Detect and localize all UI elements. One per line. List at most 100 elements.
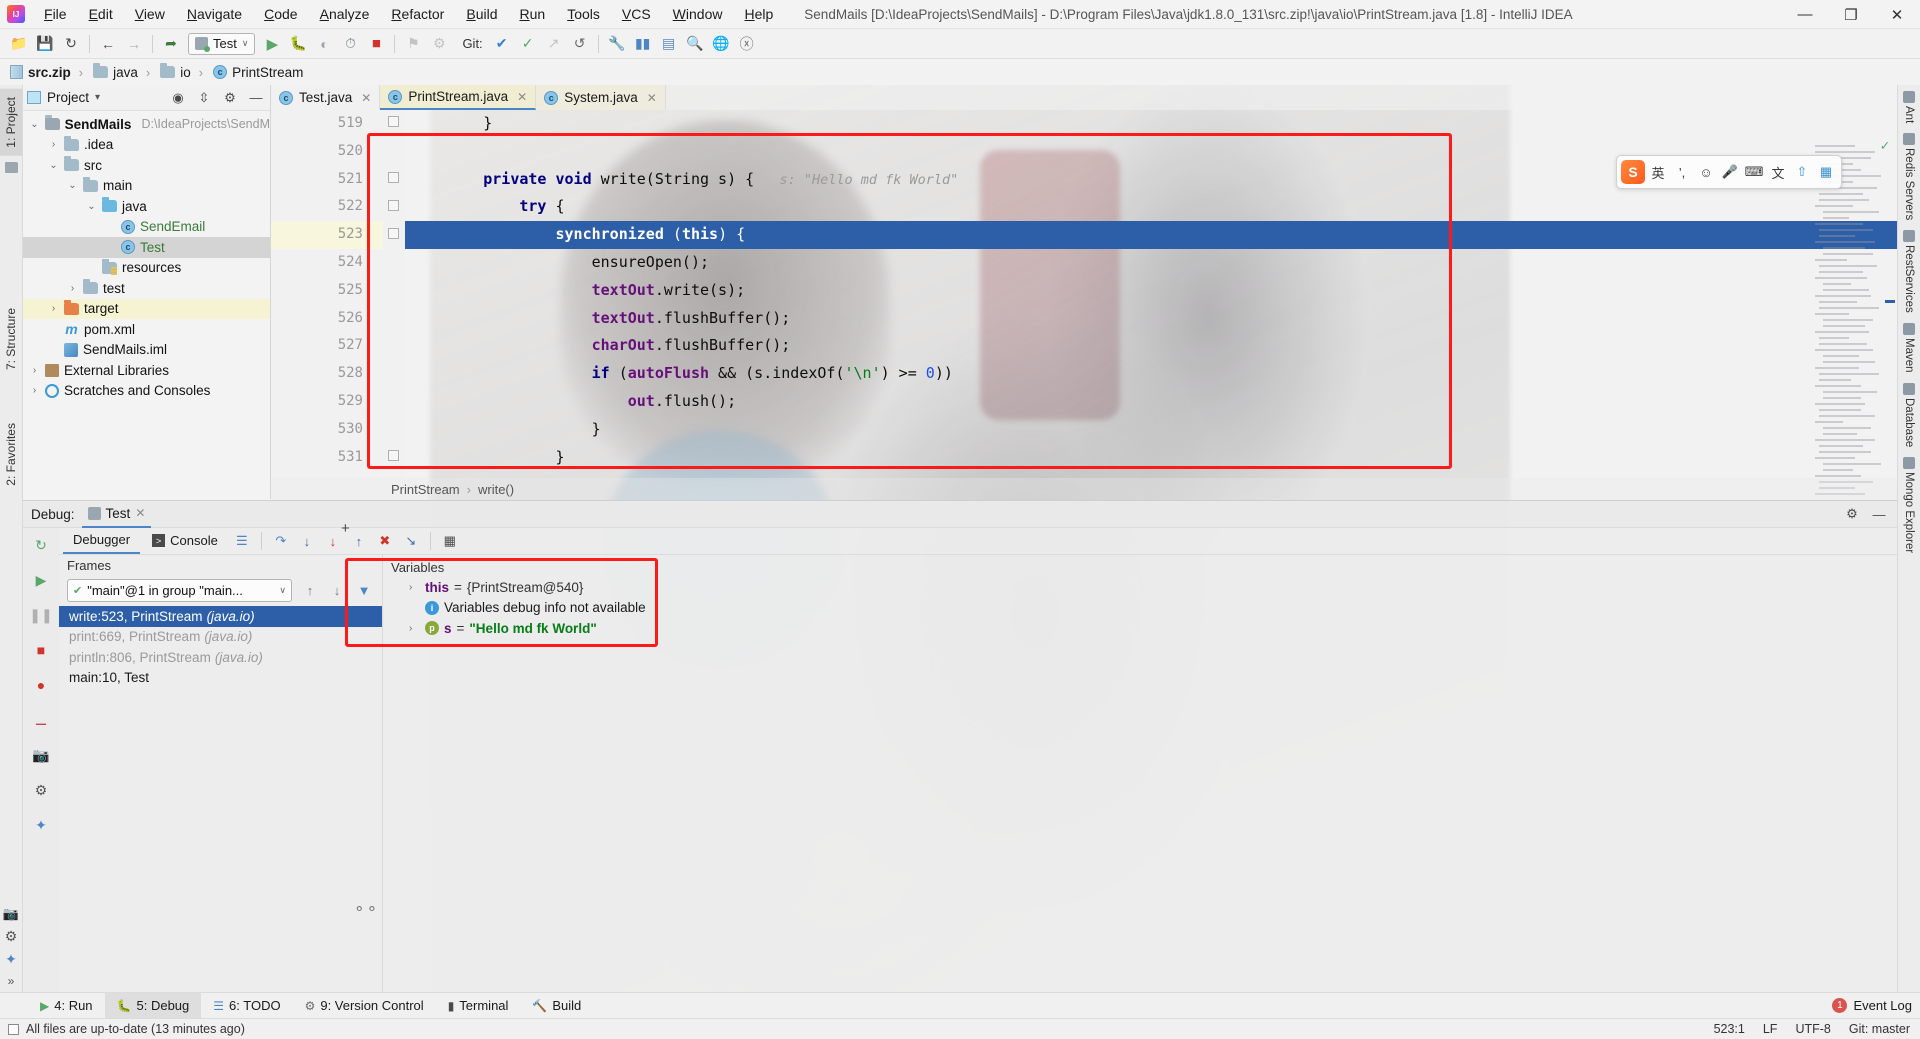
resume-icon[interactable]: ▶ xyxy=(30,569,52,591)
editor-tab-test-java[interactable]: c Test.java ✕ xyxy=(271,85,381,110)
code-line[interactable]: textOut.flushBuffer(); xyxy=(405,305,1897,333)
screenshot-icon[interactable]: 📷 xyxy=(3,906,19,922)
menu-build[interactable]: Build xyxy=(455,2,508,26)
close-icon[interactable]: ✕ xyxy=(361,91,371,105)
expander-icon[interactable]: › xyxy=(409,582,420,593)
step-into-icon[interactable]: ↓ xyxy=(295,530,319,552)
right-tab-restservices[interactable]: RestServices xyxy=(1903,230,1915,313)
tab-debugger[interactable]: Debugger xyxy=(63,528,141,554)
minimize-button[interactable]: — xyxy=(1782,0,1828,29)
breadcrumb-item-java[interactable]: java xyxy=(93,63,138,80)
watches-icon[interactable]: ⚬⚬ xyxy=(353,900,378,918)
translate-icon[interactable]: 文 xyxy=(1767,160,1789,184)
thread-selector[interactable]: ✔ "main"@1 in group "main... ∨ xyxy=(67,579,292,602)
git-branch[interactable]: Git: master xyxy=(1849,1022,1910,1036)
editor-breadcrumb-class[interactable]: PrintStream xyxy=(391,482,460,497)
tree-expander-icon[interactable]: › xyxy=(29,385,40,396)
fold-marker[interactable] xyxy=(388,172,399,183)
editor-breadcrumb-method[interactable]: write() xyxy=(478,482,514,497)
code-line[interactable]: } xyxy=(405,416,1897,444)
menu-help[interactable]: Help xyxy=(733,2,784,26)
run-configuration-selector[interactable]: Test ∨ xyxy=(188,32,256,55)
code-line[interactable]: } xyxy=(405,110,1897,138)
tree-node--idea[interactable]: › .idea xyxy=(23,135,270,156)
camera-icon[interactable]: 📷 xyxy=(30,744,52,766)
tree-node-target[interactable]: › target xyxy=(23,298,270,319)
file-encoding[interactable]: UTF-8 xyxy=(1795,1022,1830,1036)
translate-icon[interactable]: 🌐 xyxy=(708,32,734,56)
bottom-tab-terminal[interactable]: ▮ Terminal xyxy=(436,993,521,1019)
tree-expander-icon[interactable]: ⌄ xyxy=(86,201,97,212)
filter-icon[interactable]: ▼ xyxy=(352,580,376,602)
code-line[interactable]: ensureOpen(); xyxy=(405,249,1897,277)
sidebar-tab-favorites[interactable]: 2: Favorites xyxy=(0,415,22,494)
step-out-icon[interactable]: ↑ xyxy=(347,530,371,552)
code-line[interactable]: out.flush(); xyxy=(405,388,1897,416)
sidebar-tab-structure[interactable]: 7: Structure xyxy=(0,300,22,378)
sync-icon[interactable]: ↻ xyxy=(58,32,84,56)
tree-node-test[interactable]: c Test xyxy=(23,237,270,258)
code-line[interactable]: try { xyxy=(405,193,1897,221)
settings-icon[interactable]: ⚙ xyxy=(30,779,52,801)
variable-row[interactable]: i Variables debug info not available xyxy=(383,598,1897,619)
breadcrumb-item-io[interactable]: io xyxy=(160,63,191,80)
expand-icon[interactable]: » xyxy=(8,974,15,988)
drop-frame-icon[interactable]: ✖ xyxy=(373,530,397,552)
push-icon[interactable]: ↗ xyxy=(541,32,567,56)
hide-panel-icon[interactable]: — xyxy=(246,88,266,108)
back-arrow-icon[interactable]: ← xyxy=(95,32,121,56)
code-line[interactable]: } xyxy=(405,444,1897,472)
close-icon[interactable]: ✕ xyxy=(647,91,657,105)
fold-marker[interactable] xyxy=(388,228,399,239)
code-line[interactable]: textOut.write(s); xyxy=(405,277,1897,305)
browser-icon[interactable]: ▤ xyxy=(656,32,682,56)
menu-view[interactable]: View xyxy=(124,2,176,26)
run-profile-icon[interactable]: ⏱ xyxy=(337,32,363,56)
tree-node-sendmails[interactable]: ⌄ SendMails D:\IdeaProjects\SendM xyxy=(23,114,270,135)
no-entry-icon[interactable]: ⓧ xyxy=(734,32,760,56)
ime-mode-label[interactable]: 英 xyxy=(1647,160,1669,184)
right-tab-ant[interactable]: Ant xyxy=(1903,91,1915,123)
build-hammer-icon[interactable]: ➦ xyxy=(158,32,184,56)
tree-node-external-libraries[interactable]: › External Libraries xyxy=(23,360,270,381)
commit-check-icon[interactable]: ✓ xyxy=(515,32,541,56)
menu-tools[interactable]: Tools xyxy=(556,2,611,26)
maximize-button[interactable]: ❐ xyxy=(1828,0,1874,29)
menu-code[interactable]: Code xyxy=(253,2,308,26)
frame-row[interactable]: main:10, Test xyxy=(59,668,382,689)
settings-small-icon[interactable]: ⚙ xyxy=(426,32,452,56)
settings-gear-icon[interactable]: ⚙ xyxy=(5,928,18,945)
status-checkbox-icon[interactable] xyxy=(8,1023,19,1035)
step-over-icon[interactable]: ↷ xyxy=(269,530,293,552)
bottom-tab-9-version-control[interactable]: ⚙ 9: Version Control xyxy=(293,993,436,1019)
collapse-all-icon[interactable]: ⇳ xyxy=(194,88,214,108)
run-play-icon[interactable]: ▶ xyxy=(259,32,285,56)
fold-marker[interactable] xyxy=(388,200,399,211)
chevron-down-icon[interactable]: ▾ xyxy=(95,92,100,103)
tree-node-scratches-and-consoles[interactable]: › Scratches and Consoles xyxy=(23,381,270,402)
menu-analyze[interactable]: Analyze xyxy=(309,2,381,26)
right-tab-database[interactable]: Database xyxy=(1903,382,1915,447)
wrench-icon[interactable]: 🔧 xyxy=(604,32,630,56)
close-icon[interactable]: ✕ xyxy=(135,506,145,520)
search-icon[interactable]: 🔍 xyxy=(682,32,708,56)
down-arrow-icon[interactable]: ↓ xyxy=(325,580,349,602)
tree-node-resources[interactable]: resources xyxy=(23,258,270,279)
add-watch-button[interactable]: + xyxy=(341,520,350,537)
line-separator[interactable]: LF xyxy=(1763,1022,1778,1036)
tree-expander-icon[interactable]: ⌄ xyxy=(48,160,59,171)
run-to-cursor-icon[interactable]: ↘ xyxy=(399,530,423,552)
tree-expander-icon[interactable]: › xyxy=(48,303,59,314)
locate-target-icon[interactable]: ◉ xyxy=(168,88,188,108)
right-tab-redis-servers[interactable]: Redis Servers xyxy=(1903,133,1915,220)
menu-edit[interactable]: Edit xyxy=(78,2,124,26)
right-tab-mongo-explorer[interactable]: Mongo Explorer xyxy=(1903,457,1915,553)
menu-file[interactable]: File xyxy=(33,2,78,26)
bottom-tab-4-run[interactable]: ▶ 4: Run xyxy=(28,993,105,1019)
sogou-logo-icon[interactable]: S xyxy=(1621,160,1645,184)
mute-breakpoints-icon[interactable]: ● xyxy=(30,674,52,696)
event-log-button[interactable]: Event Log xyxy=(1853,998,1912,1013)
open-folder-icon[interactable]: 📁 xyxy=(6,32,32,56)
run-coverage-icon[interactable]: ◐ xyxy=(311,32,337,56)
tree-node-test[interactable]: › test xyxy=(23,278,270,299)
